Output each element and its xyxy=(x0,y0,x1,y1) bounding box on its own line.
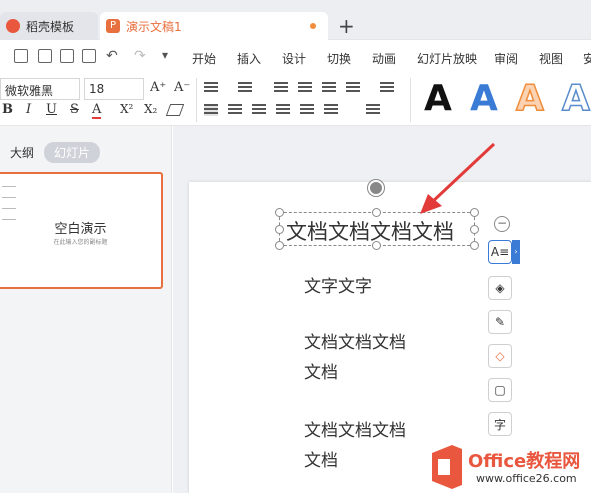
border-icon[interactable]: ▢ xyxy=(488,378,512,402)
divider xyxy=(410,78,411,122)
expand-arrow-icon[interactable]: › xyxy=(512,240,520,264)
text-effect-icon[interactable]: 字 xyxy=(488,412,512,436)
print-preview-icon[interactable] xyxy=(38,49,52,63)
layers-icon[interactable]: ◈ xyxy=(488,276,512,300)
brush-icon[interactable]: ✎ xyxy=(488,310,512,334)
divider xyxy=(196,78,197,122)
resize-handle[interactable] xyxy=(275,225,284,234)
slide-body-line-3[interactable]: 文档文档文档文档 xyxy=(304,416,408,476)
art-style-black[interactable]: A xyxy=(424,78,452,119)
fill-icon[interactable]: ◇ xyxy=(488,344,512,368)
watermark-url: www.office26.com xyxy=(476,472,577,485)
shrink-font-button[interactable]: A⁻ xyxy=(174,80,190,95)
thumb-title: 空白演示 xyxy=(54,222,107,237)
slide-thumbnail[interactable]: 空白演示 在此输入您的副标题 xyxy=(0,172,163,289)
thumb-lines xyxy=(2,186,16,220)
resize-handle[interactable] xyxy=(275,208,284,217)
menu-item-view[interactable]: 视图 xyxy=(539,50,563,67)
resize-handle[interactable] xyxy=(470,225,479,234)
ribbon: 微软雅黑 18 A⁺ A⁻ B I U S A X² X₂ A A A A xyxy=(0,74,591,126)
menu-item-transition[interactable]: 切换 xyxy=(327,50,351,67)
menu-bar: ↶ ↷ ▾ 开始 插入 设计 切换 动画 幻灯片放映 审阅 视图 安 xyxy=(0,40,591,74)
align-center-icon[interactable] xyxy=(228,104,242,116)
italic-button[interactable]: I xyxy=(26,102,31,117)
new-tab-button[interactable]: + xyxy=(338,14,355,38)
vertical-align-icon[interactable] xyxy=(324,104,338,116)
menu-item-slideshow[interactable]: 幻灯片放映 xyxy=(417,50,477,67)
presentation-file-icon: P xyxy=(106,19,120,33)
slide-body-line-1[interactable]: 文字文字 xyxy=(304,272,372,302)
superscript-button[interactable]: X² xyxy=(120,102,133,116)
paragraph-spacing-icon[interactable] xyxy=(366,104,380,116)
text-style-icon[interactable]: A≡ xyxy=(488,240,512,264)
menu-item-security[interactable]: 安 xyxy=(583,50,591,67)
redo-icon[interactable]: ↷ xyxy=(134,48,146,64)
subscript-button[interactable]: X₂ xyxy=(144,102,157,116)
underline-button[interactable]: U xyxy=(46,102,57,117)
bullet-list-icon[interactable] xyxy=(204,82,218,94)
annotation-arrow-icon xyxy=(420,142,496,214)
align-right-icon[interactable] xyxy=(252,104,266,116)
distribute-icon[interactable] xyxy=(300,104,314,116)
text-direction-icon[interactable] xyxy=(380,82,394,94)
bold-button[interactable]: B xyxy=(2,102,13,117)
tab-docer-label: 稻壳模板 xyxy=(26,19,75,34)
font-name-select[interactable]: 微软雅黑 xyxy=(0,78,80,100)
print-icon[interactable] xyxy=(60,49,74,63)
align-left-icon[interactable] xyxy=(204,104,218,116)
grow-font-button[interactable]: A⁺ xyxy=(150,80,166,95)
font-color-button[interactable]: A xyxy=(92,102,102,119)
tab-presentation[interactable]: P 演示文稿1 xyxy=(100,12,328,40)
font-size-select[interactable]: 18 xyxy=(84,78,144,100)
strikethrough-button[interactable]: S xyxy=(70,102,79,117)
menu-item-start[interactable]: 开始 xyxy=(192,50,216,67)
collapse-toolbar-icon[interactable]: − xyxy=(494,216,510,232)
tab-slides[interactable]: 幻灯片 xyxy=(44,142,101,163)
slide-panel: 大纲 幻灯片 空白演示 在此输入您的副标题 xyxy=(0,126,172,493)
office-logo-icon xyxy=(432,445,462,489)
save-icon[interactable] xyxy=(14,49,28,63)
docer-logo-icon xyxy=(6,19,20,33)
menu-item-insert[interactable]: 插入 xyxy=(237,50,261,67)
slide-title[interactable]: 文档文档文档文档 xyxy=(286,216,454,246)
customize-icon[interactable]: ▾ xyxy=(162,48,168,62)
justify-icon[interactable] xyxy=(276,104,290,116)
resize-handle[interactable] xyxy=(470,241,479,250)
line-spacing-icon[interactable] xyxy=(346,82,360,94)
slide-body-line-2[interactable]: 文档文档文档文档 xyxy=(304,328,408,388)
menu-item-review[interactable]: 审阅 xyxy=(494,50,518,67)
watermark-brand: Office教程网 xyxy=(468,451,581,472)
art-style-orange-outline[interactable]: A xyxy=(515,77,544,120)
decrease-indent-icon[interactable] xyxy=(274,82,288,94)
thumb-subtitle: 在此输入您的副标题 xyxy=(53,239,108,246)
art-style-blue-outline[interactable]: A xyxy=(561,77,590,120)
tab-docer[interactable]: 稻壳模板 xyxy=(0,12,98,40)
rotate-handle-icon[interactable] xyxy=(368,180,384,196)
menu-item-animation[interactable]: 动画 xyxy=(372,50,396,67)
resize-handle[interactable] xyxy=(275,241,284,250)
increase-indent-icon[interactable] xyxy=(298,82,312,94)
menu-item-design[interactable]: 设计 xyxy=(282,50,306,67)
text-columns-icon[interactable] xyxy=(322,82,336,94)
watermark: Office教程网 www.office26.com xyxy=(426,441,591,493)
numbered-list-icon[interactable] xyxy=(238,82,252,94)
clear-format-icon[interactable] xyxy=(165,104,185,116)
export-icon[interactable] xyxy=(82,49,96,63)
unsaved-dot-icon xyxy=(310,23,316,29)
art-style-blue[interactable]: A xyxy=(470,78,498,119)
tab-presentation-label: 演示文稿1 xyxy=(126,19,182,34)
tab-bar: 稻壳模板 P 演示文稿1 + xyxy=(0,0,591,40)
tab-outline[interactable]: 大纲 xyxy=(10,144,34,161)
undo-icon[interactable]: ↶ xyxy=(106,48,118,64)
